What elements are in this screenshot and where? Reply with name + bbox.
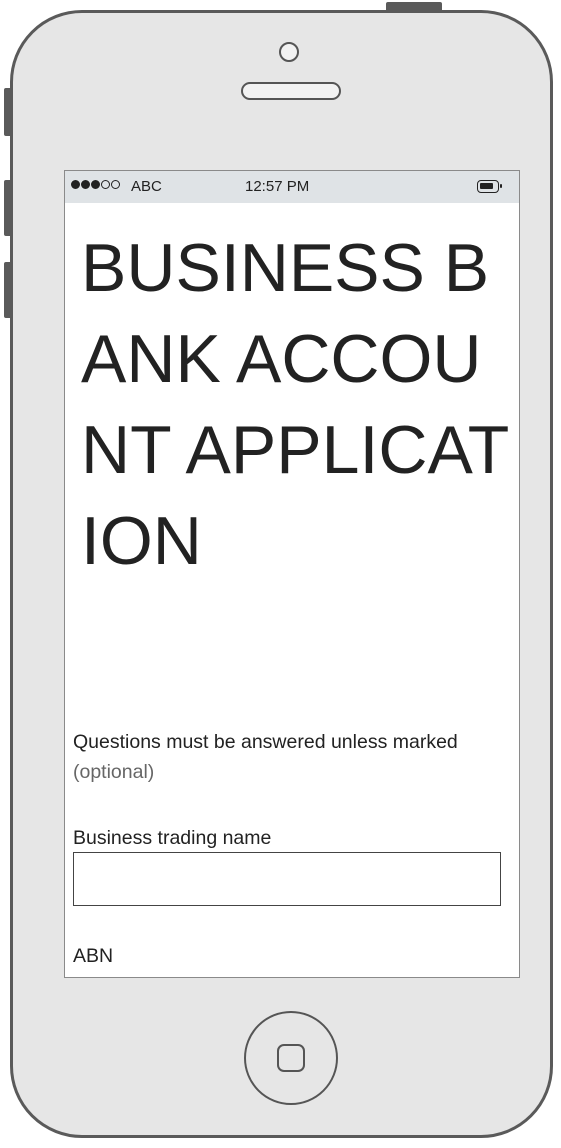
battery-icon: [477, 180, 502, 193]
battery-level: [480, 183, 493, 189]
speaker-icon: [241, 82, 341, 100]
signal-dot: [81, 180, 90, 189]
phone-screen: ABC 12:57 PM BUSINESS BANK ACCOUNT APPLI…: [64, 170, 520, 978]
instructions-text: Questions must be answered unless marked: [73, 731, 458, 753]
business-trading-name-label: Business trading name: [73, 827, 272, 849]
status-time: 12:57 PM: [245, 178, 310, 195]
home-button-icon: [277, 1044, 305, 1072]
form-instructions: Questions must be answered unless marked…: [73, 727, 513, 787]
signal-dot: [111, 180, 120, 189]
home-button[interactable]: [244, 1011, 338, 1105]
camera-icon: [279, 42, 299, 62]
optional-marker: (optional): [73, 761, 155, 783]
page-title: BUSINESS BANK ACCOUNT APPLICATION: [81, 230, 510, 579]
signal-dot: [101, 180, 110, 189]
abn-label: ABN: [73, 945, 114, 967]
signal-dot: [91, 180, 100, 189]
business-trading-name-input[interactable]: [73, 852, 501, 906]
carrier-name: ABC: [131, 178, 162, 195]
signal-dot: [71, 180, 80, 189]
status-bar: ABC 12:57 PM: [65, 171, 519, 203]
signal-strength-icon: [71, 180, 120, 189]
